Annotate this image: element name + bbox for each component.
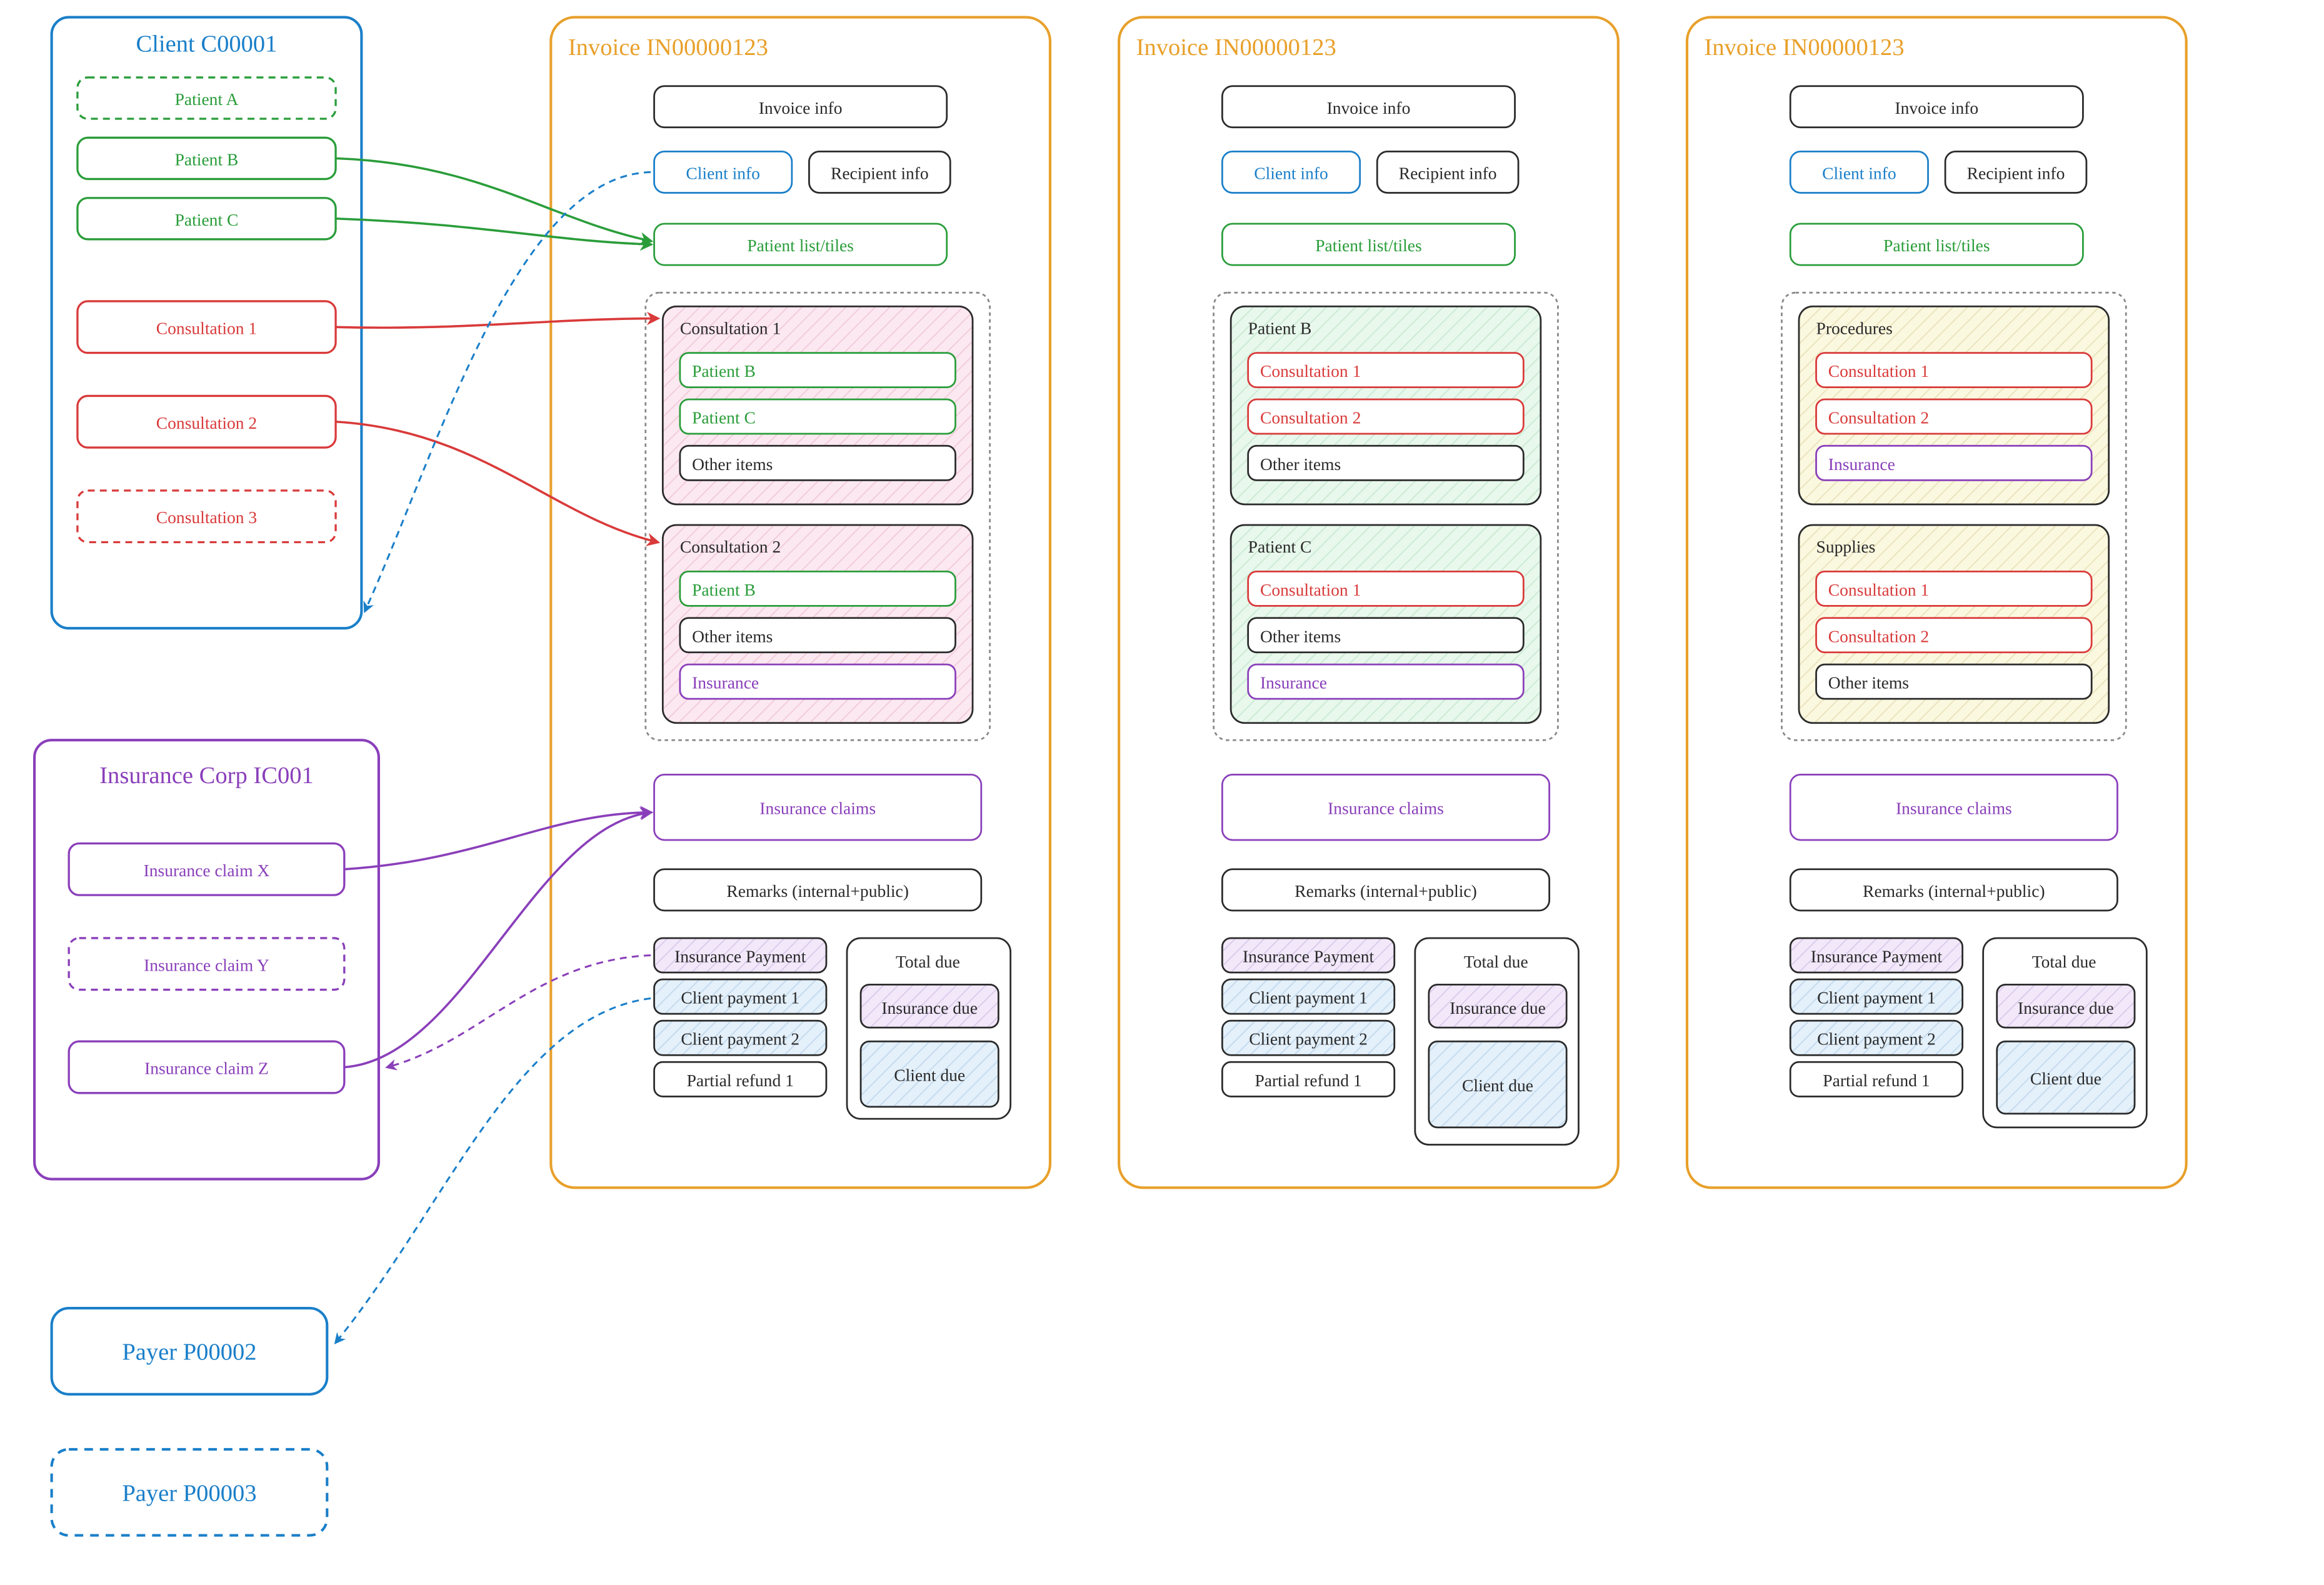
svg-text:Consultation 2: Consultation 2	[1828, 626, 1929, 646]
svg-text:Insurance: Insurance	[1260, 673, 1327, 692]
svg-text:Client payment 1: Client payment 1	[681, 988, 799, 1008]
svg-text:Client info: Client info	[686, 163, 760, 182]
svg-text:Invoice info: Invoice info	[1327, 98, 1411, 118]
insurance-group: Insurance Corp IC001 Insurance claim X I…	[34, 740, 379, 1179]
svg-text:Consultation 1: Consultation 1	[156, 318, 257, 338]
svg-text:Consultation 1: Consultation 1	[1260, 361, 1361, 381]
svg-text:Patient B: Patient B	[692, 580, 756, 599]
svg-text:Patient B: Patient B	[692, 361, 756, 381]
svg-text:Consultation 1: Consultation 1	[1828, 361, 1929, 381]
svg-text:Other items: Other items	[1828, 673, 1909, 692]
svg-text:Consultation 1: Consultation 1	[1260, 580, 1361, 599]
svg-text:Partial refund 1: Partial refund 1	[687, 1071, 794, 1090]
svg-text:Recipient info: Recipient info	[1399, 163, 1497, 182]
arrow-client-payment-back	[336, 998, 651, 1342]
svg-text:Insurance claims: Insurance claims	[1896, 799, 2012, 818]
arrow-client-info-back	[365, 172, 651, 611]
svg-text:Consultation 3: Consultation 3	[156, 508, 257, 527]
diagram-canvas: Client C00001 Patient A Patient B Patien…	[0, 0, 2324, 1584]
svg-text:Consultation 1: Consultation 1	[680, 318, 781, 338]
svg-text:Consultation 2: Consultation 2	[1260, 408, 1361, 428]
svg-text:Insurance due: Insurance due	[2018, 998, 2114, 1018]
svg-text:Payer P00002: Payer P00002	[122, 1339, 256, 1366]
arrow-ins-payment-back	[388, 956, 651, 1068]
svg-text:Patient B: Patient B	[175, 149, 239, 169]
arrow-consult-2	[336, 422, 658, 542]
svg-text:Other items: Other items	[1260, 626, 1341, 646]
client-group: Client C00001 Patient A Patient B Patien…	[52, 18, 362, 629]
svg-text:Insurance due: Insurance due	[881, 998, 978, 1018]
invoice-1: Invoice IN00000123 Invoice info Client i…	[551, 18, 1050, 1188]
svg-text:Recipient info: Recipient info	[831, 163, 929, 182]
svg-text:Patient A: Patient A	[175, 89, 239, 109]
svg-text:Client payment 1: Client payment 1	[1817, 988, 1936, 1008]
svg-text:Consultation 2: Consultation 2	[1828, 408, 1929, 428]
svg-text:Insurance claims: Insurance claims	[1328, 799, 1444, 818]
svg-text:Procedures: Procedures	[1816, 318, 1893, 338]
svg-text:Consultation 2: Consultation 2	[156, 413, 257, 432]
svg-text:Patient list/tiles: Patient list/tiles	[747, 236, 854, 255]
svg-text:Insurance claim Y: Insurance claim Y	[144, 955, 269, 974]
svg-text:Client payment 2: Client payment 2	[681, 1029, 799, 1049]
svg-text:Total due: Total due	[1464, 952, 1528, 971]
svg-text:Insurance Payment: Insurance Payment	[674, 947, 806, 966]
svg-text:Partial refund 1: Partial refund 1	[1255, 1071, 1361, 1090]
svg-text:Insurance due: Insurance due	[1450, 998, 1546, 1018]
arrow-patient-c	[336, 219, 651, 244]
arrow-patient-b	[336, 158, 651, 241]
svg-text:Partial refund 1: Partial refund 1	[1823, 1071, 1930, 1090]
svg-text:Consultation 2: Consultation 2	[680, 537, 781, 556]
svg-text:Other items: Other items	[692, 454, 773, 474]
svg-text:Client info: Client info	[1254, 163, 1328, 182]
svg-text:Other items: Other items	[1260, 454, 1341, 474]
svg-text:Consultation 1: Consultation 1	[1828, 580, 1929, 599]
client-title: Client C00001	[136, 31, 278, 58]
svg-text:Invoice info: Invoice info	[759, 98, 843, 118]
svg-text:Supplies: Supplies	[1816, 537, 1876, 556]
invoice2-title: Invoice IN00000123	[1136, 34, 1336, 61]
svg-text:Insurance claims: Insurance claims	[759, 799, 876, 818]
svg-text:Client payment 2: Client payment 2	[1817, 1029, 1936, 1049]
invoice1-title: Invoice IN00000123	[568, 34, 768, 61]
svg-text:Client due: Client due	[2030, 1069, 2101, 1088]
invoice3-title: Invoice IN00000123	[1705, 34, 1905, 61]
svg-text:Patient C: Patient C	[692, 408, 756, 428]
svg-text:Patient B: Patient B	[1248, 318, 1312, 338]
insurance-title: Insurance Corp IC001	[99, 762, 314, 789]
svg-text:Client payment 1: Client payment 1	[1249, 988, 1368, 1008]
arrow-consult-1	[336, 319, 658, 328]
svg-text:Remarks (internal+public): Remarks (internal+public)	[726, 881, 909, 901]
svg-text:Insurance Payment: Insurance Payment	[1811, 947, 1943, 966]
svg-text:Other items: Other items	[692, 626, 773, 646]
svg-text:Recipient info: Recipient info	[1967, 163, 2065, 182]
arrow-claim-z	[344, 812, 651, 1068]
svg-text:Client payment 2: Client payment 2	[1249, 1029, 1368, 1049]
svg-text:Total due: Total due	[2032, 952, 2096, 971]
svg-text:Insurance: Insurance	[1828, 454, 1895, 474]
svg-text:Insurance claim X: Insurance claim X	[144, 861, 270, 880]
svg-text:Invoice info: Invoice info	[1895, 98, 1978, 118]
svg-text:Patient list/tiles: Patient list/tiles	[1315, 236, 1422, 255]
svg-text:Insurance Payment: Insurance Payment	[1243, 947, 1375, 966]
arrow-claim-x	[344, 812, 651, 869]
svg-text:Payer P00003: Payer P00003	[122, 1481, 256, 1507]
payments-list: Insurance Payment Client payment 1 Clien…	[654, 938, 826, 1096]
invoice-2: Invoice IN00000123 Invoice info Client i…	[1119, 18, 1618, 1188]
svg-text:Remarks (internal+public): Remarks (internal+public)	[1295, 881, 1477, 901]
svg-text:Insurance: Insurance	[692, 673, 759, 692]
svg-text:Total due: Total due	[896, 952, 960, 971]
svg-text:Remarks (internal+public): Remarks (internal+public)	[1863, 881, 2045, 901]
svg-text:Insurance claim Z: Insurance claim Z	[144, 1059, 269, 1078]
svg-text:Client info: Client info	[1822, 163, 1896, 182]
invoice-3: Invoice IN00000123 Invoice info Client i…	[1687, 18, 2186, 1188]
svg-text:Patient C: Patient C	[1248, 537, 1312, 556]
svg-text:Client due: Client due	[1462, 1076, 1533, 1095]
svg-text:Patient C: Patient C	[175, 210, 239, 229]
svg-text:Client due: Client due	[894, 1066, 965, 1085]
svg-text:Patient list/tiles: Patient list/tiles	[1883, 236, 1990, 255]
